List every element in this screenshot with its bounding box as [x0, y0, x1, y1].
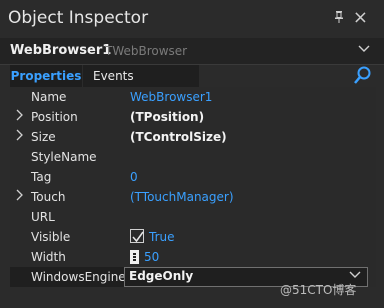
- expand-arrow-icon[interactable]: [16, 189, 24, 204]
- component-selector[interactable]: WebBrowser1 TWebBrowser: [0, 38, 384, 65]
- property-grid: Name WebBrowser1 Position (TPosition) Si…: [10, 87, 376, 287]
- property-name: Position: [31, 110, 78, 124]
- property-name: Size: [31, 130, 56, 144]
- component-type: TWebBrowser: [105, 44, 188, 58]
- property-name: Name: [31, 90, 67, 104]
- inspector-tabs: Properties Events: [0, 65, 384, 87]
- pin-icon[interactable]: [334, 11, 344, 27]
- window-title: Object Inspector: [8, 8, 149, 28]
- property-name: WindowsEngine: [31, 270, 126, 284]
- property-name: Tag: [31, 170, 52, 184]
- property-value: EdgeOnly: [129, 269, 194, 283]
- property-row-size[interactable]: Size (TControlSize): [10, 127, 376, 147]
- property-row-touch[interactable]: Touch (TTouchManager): [10, 187, 376, 207]
- property-name: Touch: [31, 190, 66, 204]
- property-value[interactable]: WebBrowser1: [130, 90, 212, 104]
- property-name: URL: [31, 210, 55, 224]
- chevron-down-icon[interactable]: [358, 42, 370, 57]
- property-row-visible[interactable]: Visible True: [10, 227, 376, 247]
- property-value[interactable]: (TControlSize): [130, 130, 227, 144]
- property-name: Visible: [31, 230, 71, 244]
- property-name: Width: [31, 250, 66, 264]
- property-row-position[interactable]: Position (TPosition): [10, 107, 376, 127]
- visible-checkbox[interactable]: [130, 229, 144, 243]
- close-icon[interactable]: ×: [353, 7, 368, 28]
- spin-edit-icon[interactable]: [130, 250, 139, 264]
- expand-arrow-icon[interactable]: [16, 109, 24, 124]
- watermark: @51CTO博客: [280, 283, 357, 297]
- tab-properties[interactable]: Properties: [10, 65, 82, 87]
- property-name: StyleName: [31, 150, 97, 164]
- property-value[interactable]: (TTouchManager): [130, 190, 234, 204]
- property-value[interactable]: 50: [144, 250, 159, 264]
- property-row-stylename[interactable]: StyleName: [10, 147, 376, 167]
- property-value: True: [149, 230, 175, 244]
- property-row-name[interactable]: Name WebBrowser1: [10, 87, 376, 107]
- tab-events[interactable]: Events: [83, 65, 199, 87]
- property-row-tag[interactable]: Tag 0: [10, 167, 376, 187]
- search-icon[interactable]: [354, 66, 372, 86]
- property-value[interactable]: 0: [130, 170, 138, 184]
- property-value[interactable]: (TPosition): [130, 110, 204, 124]
- expand-arrow-icon[interactable]: [16, 129, 24, 144]
- chevron-down-icon[interactable]: [349, 268, 361, 282]
- title-bar: Object Inspector ×: [0, 0, 384, 39]
- property-row-url[interactable]: URL: [10, 207, 376, 227]
- component-name: WebBrowser1: [10, 43, 112, 58]
- property-row-width[interactable]: Width 50: [10, 247, 376, 267]
